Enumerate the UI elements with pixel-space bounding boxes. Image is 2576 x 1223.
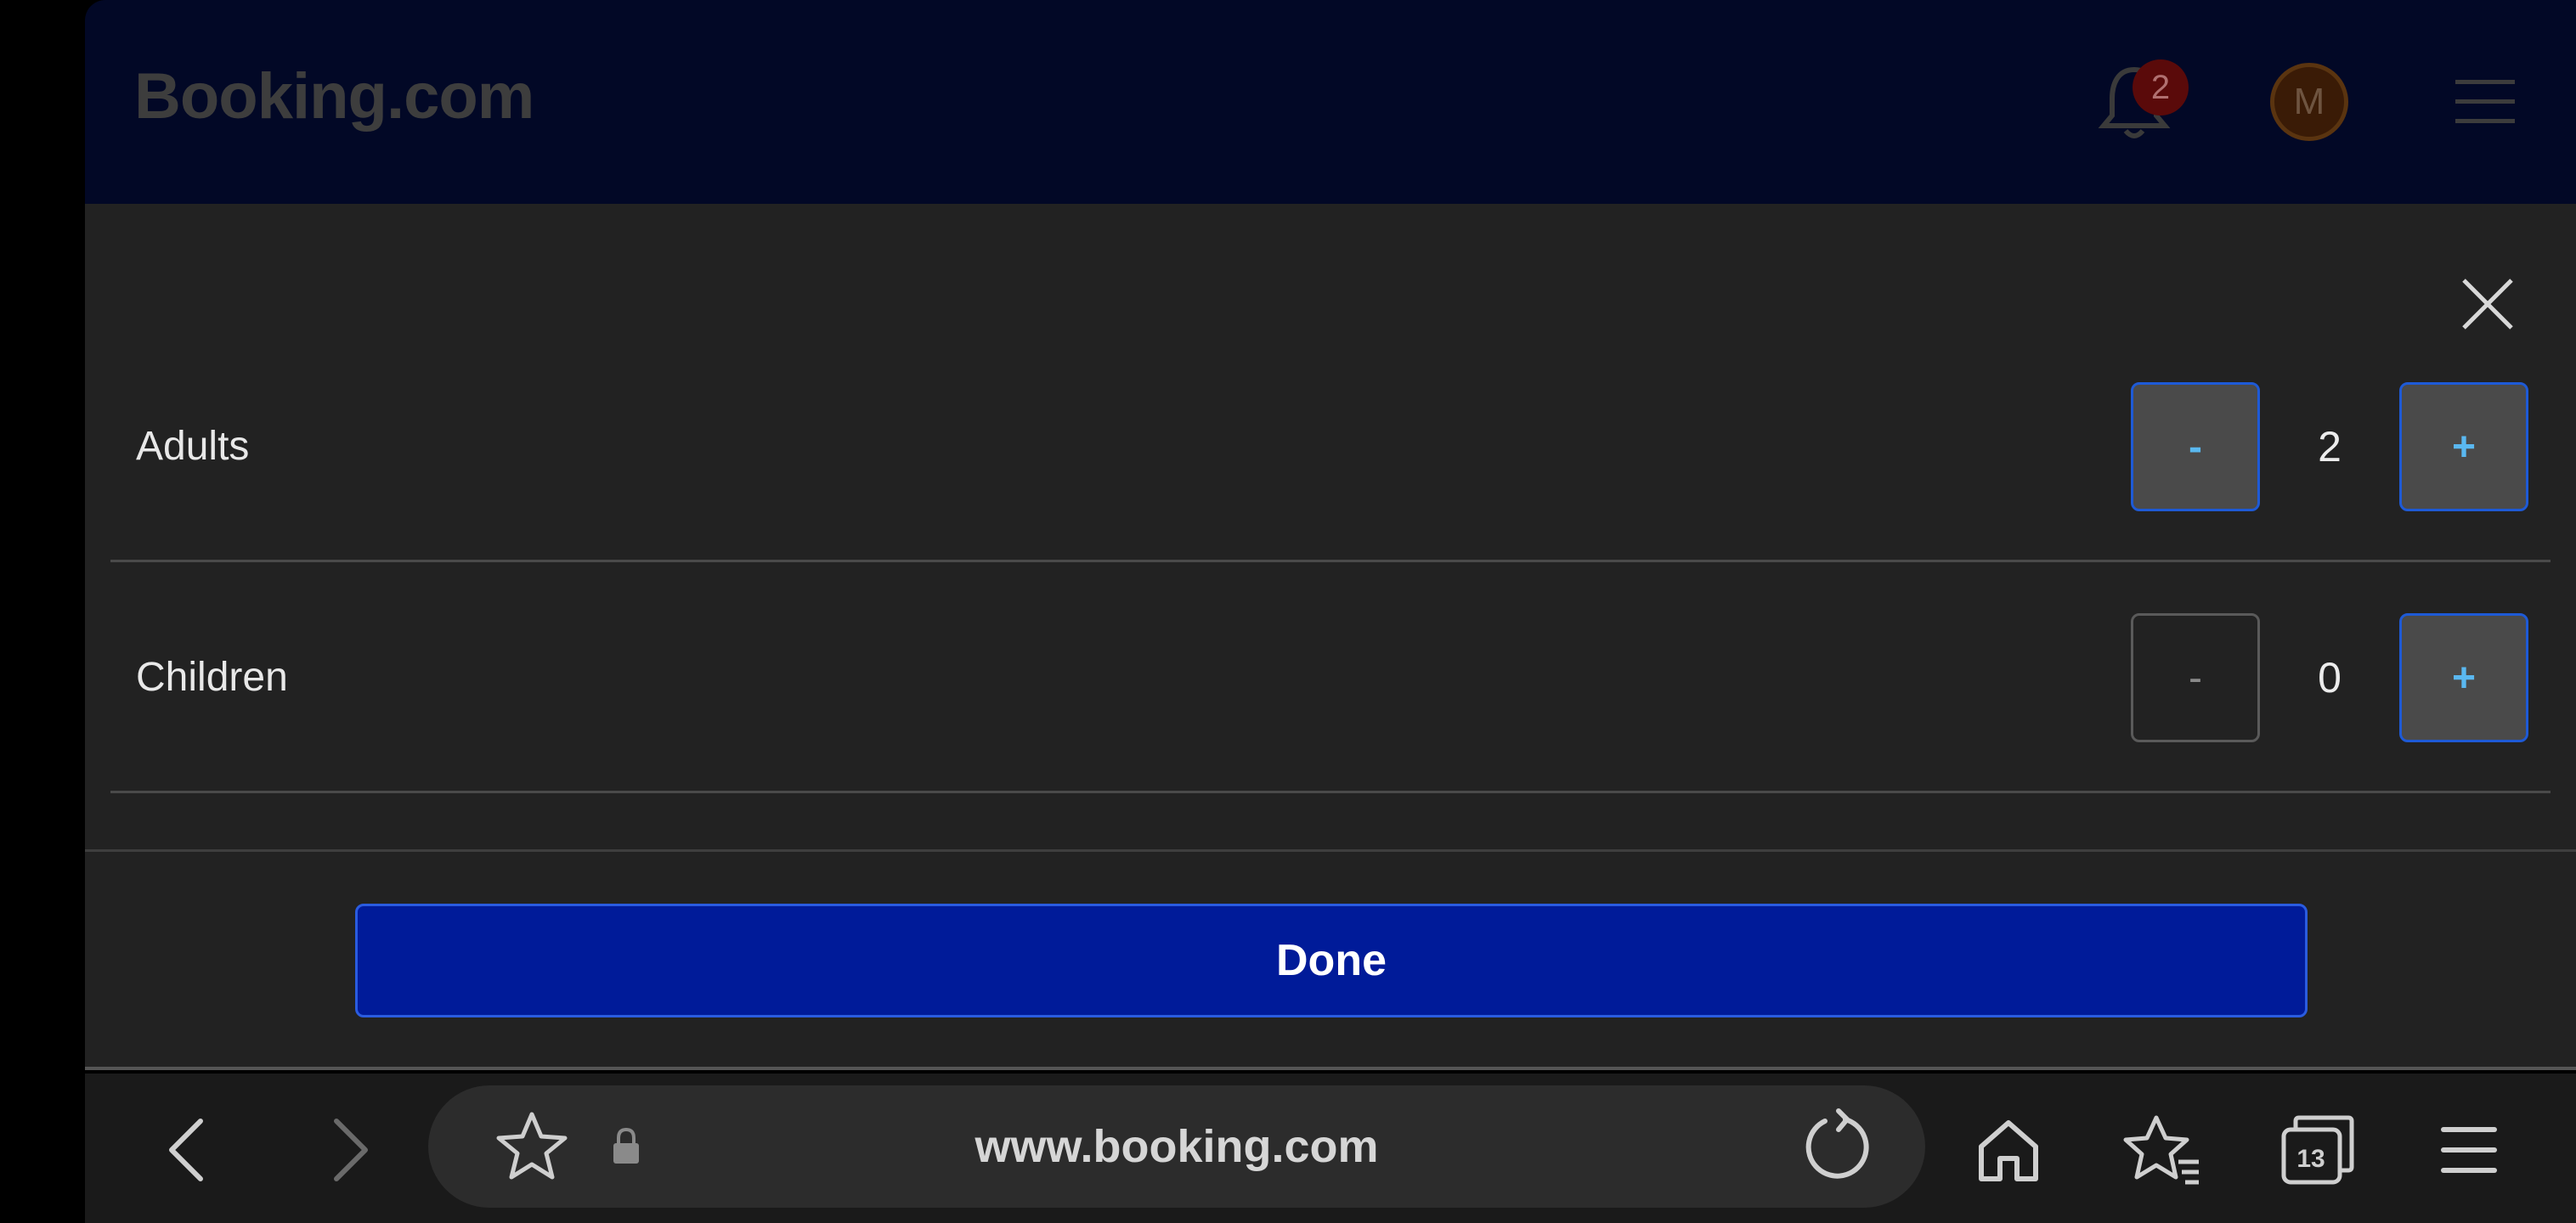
screen-edge	[0, 0, 85, 1223]
close-icon[interactable]	[2455, 272, 2520, 336]
modal-divider	[85, 849, 2576, 852]
notification-badge: 2	[2133, 59, 2189, 116]
browser-menu-icon[interactable]	[2426, 1107, 2511, 1192]
guests-modal: Adults - 2 + Children - 0 + Done	[85, 204, 2576, 1070]
bookmarks-icon[interactable]	[2119, 1107, 2204, 1192]
children-row: Children - 0 +	[110, 562, 2551, 793]
done-button[interactable]: Done	[355, 904, 2308, 1017]
back-icon[interactable]	[148, 1107, 233, 1192]
site-header: Booking.com 2 M	[85, 0, 2576, 204]
adults-stepper: - 2 +	[2131, 331, 2530, 562]
children-decrease-button[interactable]: -	[2131, 613, 2260, 742]
user-avatar[interactable]: M	[2270, 63, 2348, 141]
forward-icon[interactable]	[304, 1107, 389, 1192]
tabs-icon[interactable]: 13	[2275, 1107, 2360, 1192]
modal-bottom-border	[85, 1067, 2576, 1070]
home-icon[interactable]	[1966, 1107, 2051, 1192]
adults-increase-button[interactable]: +	[2399, 382, 2528, 511]
adults-decrease-button[interactable]: -	[2131, 382, 2260, 511]
reload-icon[interactable]	[1791, 1104, 1876, 1189]
children-increase-button[interactable]: +	[2399, 613, 2528, 742]
adults-row: Adults - 2 +	[110, 331, 2551, 562]
booking-logo[interactable]: Booking.com	[134, 59, 534, 133]
tab-count: 13	[2296, 1145, 2325, 1173]
url-text[interactable]: www.booking.com	[428, 1085, 1925, 1208]
hamburger-menu-icon[interactable]	[2455, 80, 2515, 123]
children-count: 0	[2318, 654, 2342, 702]
address-bar[interactable]: www.booking.com	[428, 1085, 1925, 1208]
adults-count: 2	[2318, 423, 2342, 471]
adults-label: Adults	[136, 424, 250, 469]
children-label: Children	[136, 655, 288, 700]
children-stepper: - 0 +	[2131, 562, 2530, 793]
browser-toolbar: www.booking.com 13	[85, 1074, 2576, 1223]
